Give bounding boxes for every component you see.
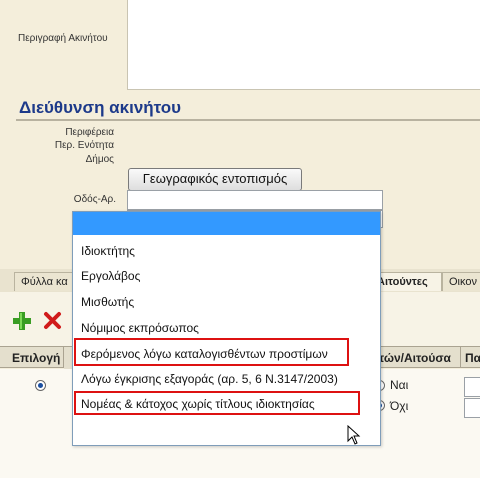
next-col-input-2[interactable] [464,398,480,418]
geolocation-button[interactable]: Γεωγραφικός εντοπισμός [128,168,302,191]
street-input[interactable] [127,190,383,210]
mouse-cursor-icon [347,425,361,445]
address-section-title: Διεύθυνση ακινήτου [19,98,182,117]
street-label: Οδός-Αρ. [73,194,116,205]
dropdown-option-contractor[interactable]: Εργολάβος [73,263,380,289]
region-label: Περιφέρεια [65,127,114,138]
radio-yes-label: Ναι [390,378,409,392]
description-textarea[interactable] [127,0,480,90]
tab-financial[interactable]: Οικον [442,272,480,291]
dropdown-option-tenant[interactable]: Μισθωτής [73,289,380,315]
radio-no-label: Όχι [390,399,409,413]
annotation-box-fines [74,338,349,366]
municipality-label: Δήμος [85,154,114,165]
description-label: Περιγραφή Ακινήτου [18,33,108,44]
regional-unit-label: Περ. Ενότητα [54,140,114,151]
annotation-box-possessor [74,391,360,415]
grid-header-select: Επιλογή [0,346,64,368]
grid-header-applicant: πών/Αιτούσα [370,346,460,368]
x-icon[interactable] [43,311,62,330]
dropdown-option-purchase[interactable]: Λόγω έγκρισης εξαγοράς (αρ. 5, 6 Ν.3147/… [73,366,380,392]
plus-icon[interactable] [12,311,32,331]
section-divider [16,119,480,121]
next-col-input-1[interactable] [464,377,480,397]
grid-header-next: Πα [460,346,480,368]
dropdown-option-owner[interactable]: Ιδιοκτήτης [73,238,380,264]
dropdown-option-empty[interactable] [73,212,380,235]
row-select-radio[interactable] [35,380,46,391]
